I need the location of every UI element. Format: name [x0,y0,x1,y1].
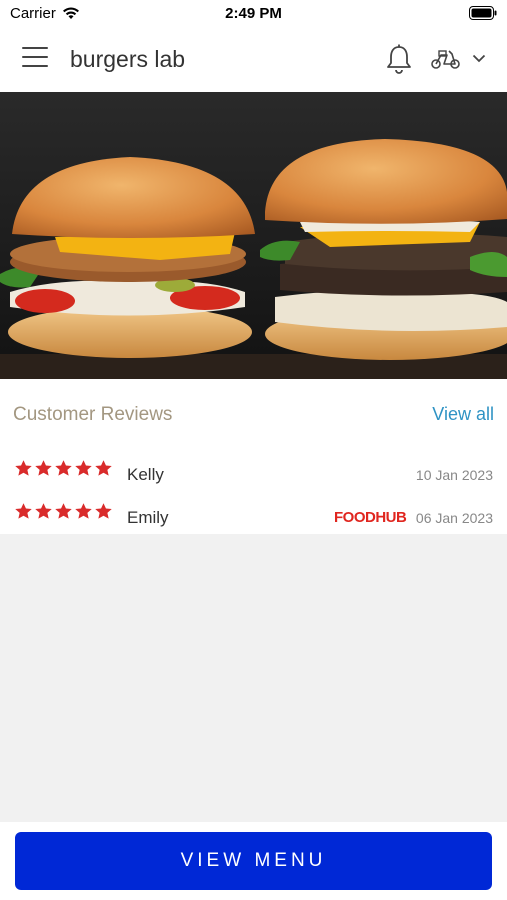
review-date: 06 Jan 2023 [415,510,493,526]
review-row[interactable]: Emily FOODHUB 06 Jan 2023 [0,502,507,532]
reviewer-name: Kelly [127,465,164,484]
clock: 2:49 PM [225,5,282,22]
star-rating [14,459,113,478]
status-bar: Carrier 2:49 PM [0,0,507,28]
star-icon [95,460,112,476]
hero-image [0,92,507,379]
battery-icon [469,6,497,20]
chevron-down-icon[interactable] [472,54,486,63]
view-menu-button[interactable]: VIEW MENU [15,832,492,890]
star-icon [75,460,92,476]
star-icon [15,503,32,519]
star-icon [35,503,52,519]
star-icon [15,460,32,476]
review-date: 10 Jan 2023 [415,467,493,483]
star-rating [14,502,113,521]
star-icon [35,460,52,476]
reviewer-name: Emily [127,508,169,527]
star-icon [95,503,112,519]
reviews-heading: Customer Reviews [13,404,173,425]
foodhub-logo: FOODHUB [334,509,407,526]
review-row[interactable]: Kelly 10 Jan 2023 [0,459,507,489]
customer-reviews-section: Customer Reviews View all Kelly 10 Jan 2… [0,379,507,534]
scooter-icon[interactable] [430,48,462,70]
app-header: burgers lab [0,28,507,92]
view-all-link[interactable]: View all [432,404,494,425]
star-icon [75,503,92,519]
page-title: burgers lab [70,46,186,72]
burgers-illustration [0,92,507,379]
star-icon [55,503,72,519]
bottom-bar: VIEW MENU [0,822,507,900]
menu-icon[interactable] [22,47,48,69]
bell-icon[interactable] [384,43,414,75]
star-icon [55,460,72,476]
